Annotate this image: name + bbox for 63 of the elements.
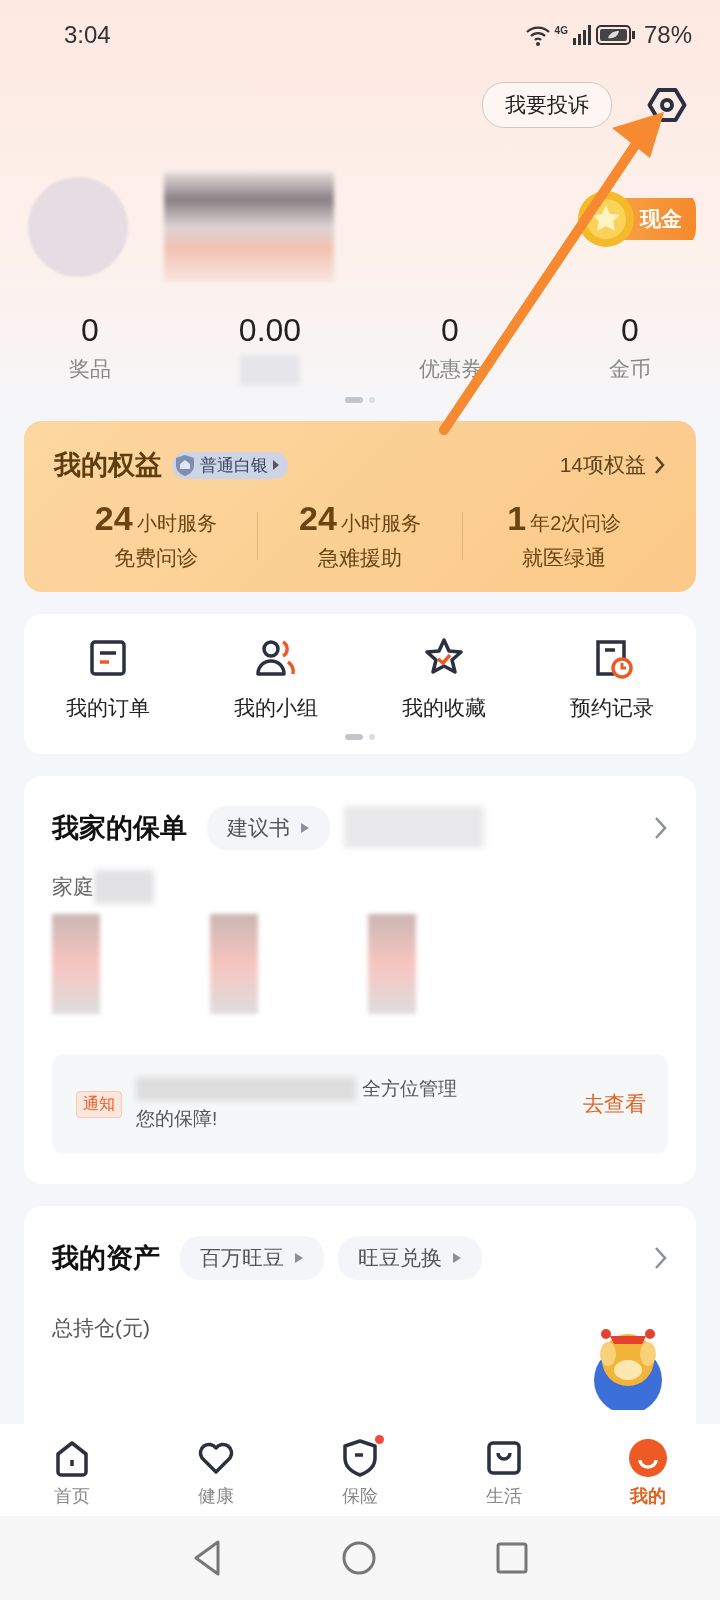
chevron-icon bbox=[654, 455, 666, 475]
tab-item[interactable]: 保险 bbox=[288, 1438, 432, 1508]
benefit-unit: 小时服务 bbox=[136, 511, 217, 536]
shortcut-label[interactable]: 预约记录 bbox=[570, 694, 654, 722]
benefit-label: 就医绿通 bbox=[522, 545, 607, 571]
benefit-number: 1 bbox=[507, 499, 527, 538]
caret-icon bbox=[452, 1252, 462, 1264]
wifi-icon bbox=[524, 23, 551, 47]
caret-icon bbox=[294, 1252, 304, 1264]
card-title: 我的资产 bbox=[52, 1242, 160, 1275]
card-title: 我的权益 bbox=[54, 449, 162, 482]
holdings-label: 总持仓(元) bbox=[52, 1315, 150, 1341]
chevron-icon[interactable] bbox=[654, 1246, 668, 1270]
card-title: 我家的保单 bbox=[52, 812, 187, 845]
tab-item[interactable]: 首页 bbox=[0, 1438, 144, 1508]
shield-icon bbox=[174, 454, 196, 476]
stat-value: 0 bbox=[81, 312, 99, 349]
shield-icon bbox=[340, 1438, 380, 1478]
benefit-unit: 小时服务 bbox=[340, 511, 421, 536]
benefits-link[interactable]: 14项权益 bbox=[559, 451, 666, 479]
shortcut-label[interactable]: 我的收藏 bbox=[402, 694, 486, 722]
notice-tag: 通知 bbox=[76, 1090, 122, 1118]
stat-value: 0.00 bbox=[238, 312, 302, 349]
shortcut-label[interactable]: 我的订单 bbox=[66, 694, 150, 722]
benefit-number: 24 bbox=[94, 499, 133, 538]
tab-item[interactable]: 生活 bbox=[432, 1438, 576, 1508]
home-button-icon[interactable] bbox=[342, 1541, 376, 1575]
caret-icon bbox=[272, 459, 280, 471]
notice-text: 您的保障! bbox=[136, 1107, 219, 1131]
view-link[interactable]: 去查看 bbox=[583, 1090, 646, 1118]
battery-level: 78% bbox=[643, 21, 692, 49]
chevron-icon[interactable] bbox=[654, 816, 668, 840]
signal-icon bbox=[571, 23, 592, 47]
notice-text: 全方位管理 bbox=[362, 1077, 457, 1101]
smiley-icon bbox=[628, 1438, 668, 1478]
complaint-button[interactable]: 我要投诉 bbox=[482, 82, 612, 128]
benefit-number: 24 bbox=[299, 499, 337, 538]
recents-icon[interactable] bbox=[496, 1542, 528, 1574]
chip-button[interactable]: 百万旺豆 bbox=[180, 1236, 324, 1280]
stat-value: 0 bbox=[621, 312, 639, 349]
stat-label[interactable]: 金币 bbox=[609, 355, 651, 383]
tab-item[interactable]: 我的 bbox=[576, 1438, 720, 1508]
benefit-unit: 年2次问诊 bbox=[530, 511, 622, 536]
benefits-card[interactable]: 我的权益 普通白银 14项权益 24小时服务 免费问诊 24小时服务 急难援助 1年2次问诊 就医绿通 bbox=[24, 421, 696, 592]
stat-value: 0 bbox=[441, 312, 459, 349]
chip-button[interactable]: 旺豆兑换 bbox=[338, 1236, 482, 1280]
benefit-label: 急难援助 bbox=[318, 545, 402, 571]
shortcut-label[interactable]: 我的小组 bbox=[234, 694, 318, 722]
network-type: 4G bbox=[554, 25, 568, 36]
caret-icon bbox=[300, 822, 310, 834]
benefit-label: 免费问诊 bbox=[113, 545, 198, 571]
coin-icon bbox=[576, 189, 636, 249]
section-label: 家庭 bbox=[52, 874, 94, 900]
settings-icon[interactable] bbox=[646, 85, 688, 125]
battery-icon bbox=[595, 23, 636, 47]
back-icon[interactable] bbox=[192, 1539, 222, 1577]
chip-button[interactable]: 建议书 bbox=[207, 806, 330, 850]
blurred-block bbox=[94, 870, 154, 904]
tab-item[interactable]: 健康 bbox=[144, 1438, 288, 1508]
status-time: 3:04 bbox=[64, 21, 111, 49]
tier-badge[interactable]: 普通白银 bbox=[172, 451, 288, 479]
bag-icon bbox=[484, 1438, 524, 1478]
stat-label[interactable]: 奖品 bbox=[69, 355, 111, 383]
